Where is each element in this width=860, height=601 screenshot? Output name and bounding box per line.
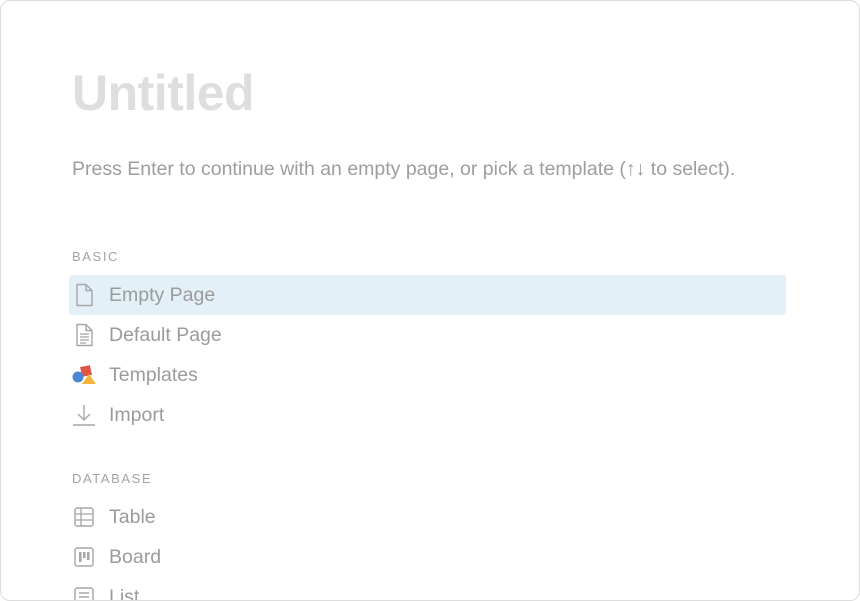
table-icon	[71, 504, 97, 530]
default-page-icon	[71, 322, 97, 348]
menu-item-label: Board	[109, 546, 162, 568]
menu-item-label: List	[109, 586, 140, 601]
page-title[interactable]: Untitled	[72, 63, 255, 123]
menu-item-default-page[interactable]: Default Page	[69, 315, 786, 355]
menu-item-label: Default Page	[109, 324, 222, 346]
menu-item-label: Empty Page	[109, 284, 216, 306]
import-icon	[71, 402, 97, 428]
menu-item-import[interactable]: Import	[69, 395, 786, 435]
menu-item-label: Templates	[109, 364, 198, 386]
menu-item-label: Table	[109, 506, 156, 528]
menu-item-list[interactable]: List	[69, 577, 786, 601]
menu-item-table[interactable]: Table	[69, 497, 786, 537]
menu-item-label: Import	[109, 404, 165, 426]
list-icon	[71, 584, 97, 600]
section-label-basic: BASIC	[72, 249, 120, 264]
templates-icon	[71, 362, 97, 388]
empty-page-icon	[71, 282, 97, 308]
menu-item-empty-page[interactable]: Empty Page	[69, 275, 786, 315]
menu-item-board[interactable]: Board	[69, 537, 786, 577]
page-hint: Press Enter to continue with an empty pa…	[72, 158, 736, 180]
menu-item-templates[interactable]: Templates	[69, 355, 786, 395]
new-page-dialog: Untitled Press Enter to continue with an…	[0, 0, 860, 601]
board-icon	[71, 544, 97, 570]
section-label-database: DATABASE	[72, 471, 153, 486]
